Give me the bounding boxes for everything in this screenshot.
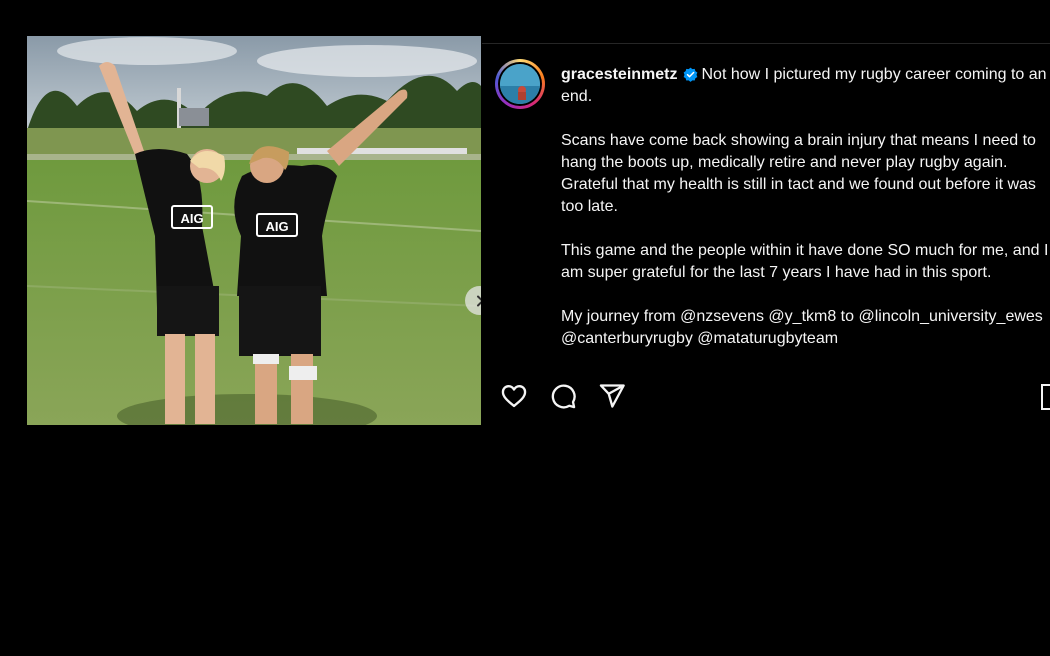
- bookmark-icon[interactable]: [1041, 384, 1050, 410]
- rugby-players-photo: AIG AIG: [27, 36, 481, 425]
- caption-paragraph-3: This game and the people within it have …: [561, 242, 1049, 281]
- caption-text: gracesteinmetz Not how I pictured my rugb…: [561, 64, 1049, 365]
- caption-paragraph-4: My journey from @nzsevens @y_tkm8 to @li…: [561, 308, 1043, 347]
- heart-icon[interactable]: [500, 382, 528, 410]
- username-link[interactable]: gracesteinmetz: [561, 66, 678, 83]
- header-divider: [482, 43, 1050, 44]
- avatar-image: [500, 64, 540, 104]
- story-ring[interactable]: [495, 59, 545, 109]
- avatar[interactable]: [500, 64, 540, 104]
- action-bar: [498, 382, 1050, 414]
- verified-badge-icon: [683, 67, 697, 82]
- chevron-right-icon: [476, 295, 481, 306]
- share-icon[interactable]: [598, 382, 626, 410]
- post-photo: AIG AIG: [27, 36, 481, 425]
- caption-paragraph-2: Scans have come back showing a brain inj…: [561, 132, 1036, 215]
- jersey-text-left: AIG: [180, 211, 203, 226]
- comment-icon[interactable]: [549, 382, 577, 410]
- post-caption-area: gracesteinmetz Not how I pictured my rugb…: [495, 58, 1050, 365]
- jersey-text-right: AIG: [265, 219, 288, 234]
